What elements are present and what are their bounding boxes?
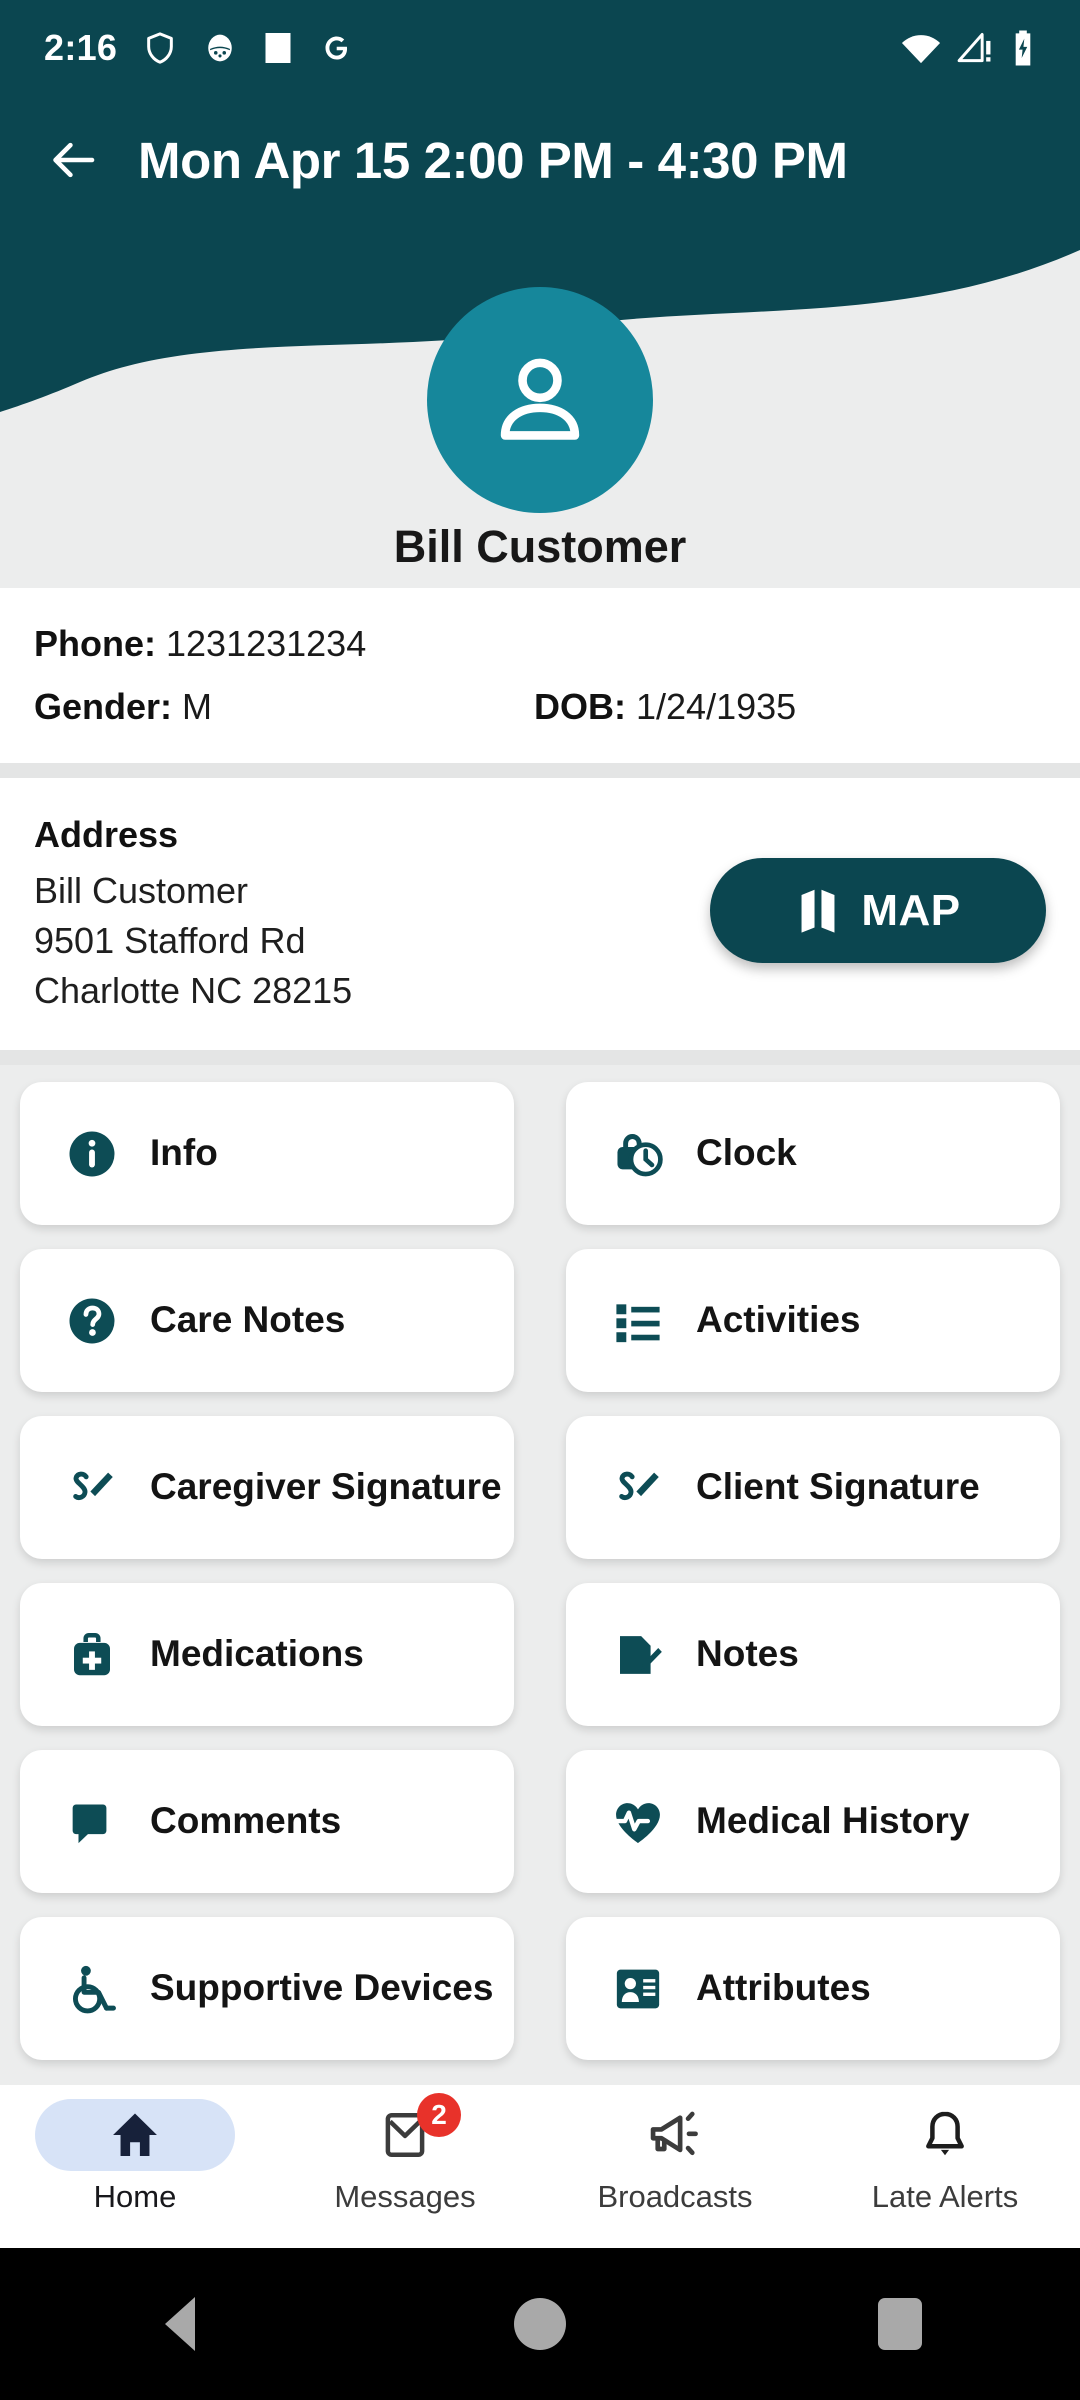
card-label: Info: [150, 1132, 218, 1174]
android-home-icon[interactable]: [465, 2248, 615, 2400]
client-info-panel: Phone: 1231231234 Gender: M DOB: 1/24/19…: [0, 588, 1080, 763]
status-bar-right: [900, 29, 1036, 67]
android-back-icon[interactable]: [105, 2248, 255, 2400]
nav-item-late-alerts[interactable]: Late Alerts: [810, 2099, 1080, 2215]
id-card-icon: [610, 1961, 666, 2017]
card-notes[interactable]: Notes: [566, 1583, 1060, 1726]
signature-icon: [610, 1460, 666, 1516]
nav-item-home[interactable]: Home: [0, 2099, 270, 2215]
address-panel: Address Bill Customer 9501 Stafford Rd C…: [0, 778, 1080, 1050]
wifi-icon: [901, 35, 941, 64]
avatar: [427, 287, 653, 513]
face-icon: [208, 34, 233, 62]
megaphone-icon: [650, 2111, 698, 2156]
card-label: Care Notes: [150, 1299, 346, 1341]
card-comments[interactable]: Comments: [20, 1750, 514, 1893]
card-medications[interactable]: Medications: [20, 1583, 514, 1726]
android-navigation-bar: [0, 2248, 1080, 2400]
bottom-navigation: Home 2 Messages Broadcasts Late Alerts: [0, 2085, 1080, 2248]
late-alerts-pill: [845, 2099, 1045, 2171]
status-bar-clock: 2:16: [44, 27, 118, 68]
card-care-notes[interactable]: Care Notes: [20, 1249, 514, 1392]
wheelchair-icon: [64, 1961, 120, 2017]
home-icon: [113, 2113, 157, 2156]
phone-field: Phone: 1231231234: [34, 623, 534, 664]
messages-pill: 2: [305, 2093, 505, 2171]
person-icon: [500, 358, 580, 440]
gender-value: M: [182, 685, 213, 727]
client-name: Bill Customer: [393, 521, 687, 572]
signature-icon: [64, 1460, 120, 1516]
lock-clock-icon: [610, 1126, 666, 1182]
dob-value: 1/24/1935: [636, 685, 797, 727]
card-attributes[interactable]: Attributes: [566, 1917, 1060, 2060]
map-icon: [801, 889, 835, 933]
card-clock[interactable]: Clock: [566, 1082, 1060, 1225]
map-button[interactable]: MAP: [710, 858, 1046, 963]
header-region: 2:16 Mon Apr 15 2:00 PM - 4:30 PM: [0, 0, 1080, 513]
card-label: Notes: [696, 1633, 799, 1675]
card-label: Attributes: [696, 1967, 871, 2009]
card-label: Medications: [150, 1633, 364, 1675]
gender-label: Gender:: [34, 685, 173, 727]
info-circle-icon: [64, 1126, 120, 1182]
feature-grid: Info Clock Care Notes Activities Caregiv…: [20, 1082, 1060, 2060]
card-client-signature[interactable]: Client Signature: [566, 1416, 1060, 1559]
address-heading: Address: [34, 814, 179, 855]
cellular-alert-icon: [957, 33, 991, 63]
app-bar: Mon Apr 15 2:00 PM - 4:30 PM: [0, 106, 1080, 214]
card-activities[interactable]: Activities: [566, 1249, 1060, 1392]
app-screen: 2:16 Mon Apr 15 2:00 PM - 4:30 PM Bill C…: [0, 0, 1080, 2400]
nav-label-broadcasts: Broadcasts: [597, 2179, 753, 2214]
nav-label-messages: Messages: [334, 2179, 476, 2214]
card-label: Activities: [696, 1299, 861, 1341]
nav-item-broadcasts[interactable]: Broadcasts: [540, 2099, 810, 2215]
card-supportive-devices[interactable]: Supportive Devices: [20, 1917, 514, 2060]
shield-icon: [147, 32, 174, 64]
list-icon: [610, 1293, 666, 1349]
question-circle-icon: [64, 1293, 120, 1349]
status-bar: 2:16: [0, 0, 1080, 96]
page-title: Mon Apr 15 2:00 PM - 4:30 PM: [138, 131, 848, 189]
info-row-gender-dob: Gender: M DOB: 1/24/1935: [34, 685, 1046, 727]
messages-badge: 2: [417, 2093, 461, 2137]
card-label: Medical History: [696, 1800, 970, 1842]
phone-label: Phone:: [34, 623, 156, 664]
white-square-icon: [265, 33, 291, 63]
medical-bag-icon: [64, 1627, 120, 1683]
google-g-icon: [325, 36, 348, 60]
dob-label: DOB:: [534, 685, 626, 727]
bell-icon: [926, 2111, 964, 2156]
phone-value: 1231231234: [166, 623, 367, 664]
card-medical-history[interactable]: Medical History: [566, 1750, 1060, 1893]
feature-grid-region: Info Clock Care Notes Activities Caregiv…: [0, 1065, 1080, 2083]
broadcasts-pill: [575, 2099, 775, 2171]
android-recents-icon[interactable]: [825, 2248, 975, 2400]
nav-label-late-alerts: Late Alerts: [871, 2179, 1019, 2214]
card-caregiver-signature[interactable]: Caregiver Signature: [20, 1416, 514, 1559]
card-label: Supportive Devices: [150, 1967, 494, 2009]
dob-field: DOB: 1/24/1935: [534, 685, 797, 727]
status-bar-left: 2:16: [44, 27, 353, 69]
battery-charging-icon: [1015, 30, 1031, 66]
card-label: Clock: [696, 1132, 797, 1174]
info-row-phone: Phone: 1231231234: [34, 623, 1046, 664]
section-divider-top: [0, 763, 1080, 778]
nav-label-home: Home: [93, 2179, 177, 2214]
section-divider-bottom: [0, 1050, 1080, 1065]
gender-field: Gender: M: [34, 685, 534, 727]
comment-bubble-icon: [64, 1794, 120, 1850]
address-city-state-zip: Charlotte NC 28215: [34, 970, 353, 1012]
heart-pulse-icon: [610, 1794, 666, 1850]
card-label: Client Signature: [696, 1466, 980, 1508]
note-edit-icon: [610, 1627, 666, 1683]
home-pill: [35, 2099, 235, 2171]
map-button-label: MAP: [861, 885, 961, 935]
card-label: Comments: [150, 1800, 342, 1842]
nav-item-messages[interactable]: 2 Messages: [270, 2093, 540, 2215]
back-arrow-icon[interactable]: [46, 132, 102, 188]
card-label: Caregiver Signature: [150, 1466, 502, 1508]
card-info[interactable]: Info: [20, 1082, 514, 1225]
